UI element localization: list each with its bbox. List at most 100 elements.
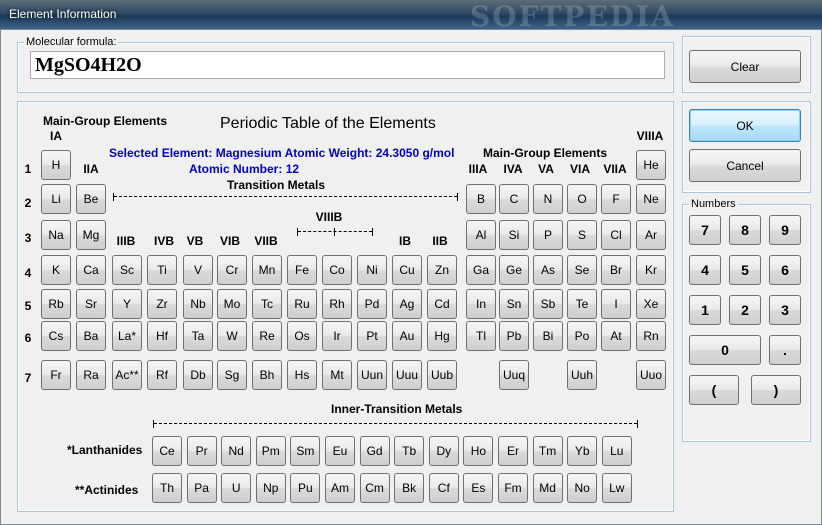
element-bi[interactable]: Bi xyxy=(533,321,563,351)
element-lu[interactable]: Lu xyxy=(601,436,632,466)
cancel-button[interactable]: Cancel xyxy=(689,149,801,182)
clear-button[interactable]: Clear xyxy=(689,50,801,83)
element-co[interactable]: Co xyxy=(322,255,352,285)
element-ir[interactable]: Ir xyxy=(322,321,352,351)
element-tm[interactable]: Tm xyxy=(532,436,563,466)
element-np[interactable]: Np xyxy=(255,473,286,503)
element-la[interactable]: La* xyxy=(112,321,142,351)
element-pr[interactable]: Pr xyxy=(186,436,217,466)
element-po[interactable]: Po xyxy=(567,321,597,351)
element-eu[interactable]: Eu xyxy=(325,436,355,466)
element-tb[interactable]: Tb xyxy=(394,436,425,466)
element-ti[interactable]: Ti xyxy=(147,255,177,285)
element-pa[interactable]: Pa xyxy=(186,473,217,503)
element-sg[interactable]: Sg xyxy=(217,360,247,390)
element-xe[interactable]: Xe xyxy=(636,289,666,319)
element-te[interactable]: Te xyxy=(567,289,597,319)
element-ca[interactable]: Ca xyxy=(76,255,106,285)
element-u[interactable]: U xyxy=(221,473,252,503)
element-br[interactable]: Br xyxy=(601,255,631,285)
element-uub[interactable]: Uub xyxy=(427,360,457,390)
element-he[interactable]: He xyxy=(636,150,666,180)
element-fe[interactable]: Fe xyxy=(287,255,317,285)
element-n[interactable]: N xyxy=(533,184,563,214)
element-p[interactable]: P xyxy=(533,220,563,250)
element-c[interactable]: C xyxy=(499,184,529,214)
element-ge[interactable]: Ge xyxy=(499,255,529,285)
element-yb[interactable]: Yb xyxy=(567,436,598,466)
element-pt[interactable]: Pt xyxy=(357,321,387,351)
element-tl[interactable]: Tl xyxy=(466,321,496,351)
element-cu[interactable]: Cu xyxy=(392,255,422,285)
numpad-three-button[interactable]: 3 xyxy=(769,295,801,325)
element-b[interactable]: B xyxy=(466,184,496,214)
element-uun[interactable]: Uun xyxy=(357,360,387,390)
element-fr[interactable]: Fr xyxy=(41,360,71,390)
element-ac[interactable]: Ac** xyxy=(112,360,142,390)
numpad-two-button[interactable]: 2 xyxy=(729,295,761,325)
element-mo[interactable]: Mo xyxy=(217,289,247,319)
element-uuo[interactable]: Uuo xyxy=(636,360,666,390)
element-s[interactable]: S xyxy=(567,220,597,250)
element-ce[interactable]: Ce xyxy=(152,436,182,466)
element-cd[interactable]: Cd xyxy=(427,289,457,319)
element-cr[interactable]: Cr xyxy=(217,255,247,285)
element-sn[interactable]: Sn xyxy=(499,289,529,319)
element-th[interactable]: Th xyxy=(152,473,182,503)
element-rh[interactable]: Rh xyxy=(322,289,352,319)
element-f[interactable]: F xyxy=(601,184,631,214)
element-ba[interactable]: Ba xyxy=(76,321,106,351)
element-uuh[interactable]: Uuh xyxy=(567,360,597,390)
numpad-five-button[interactable]: 5 xyxy=(729,255,761,285)
ok-button[interactable]: OK xyxy=(689,109,801,142)
element-er[interactable]: Er xyxy=(498,436,528,466)
element-ni[interactable]: Ni xyxy=(357,255,387,285)
element-db[interactable]: Db xyxy=(183,360,213,390)
element-sb[interactable]: Sb xyxy=(533,289,563,319)
element-au[interactable]: Au xyxy=(392,321,422,351)
element-ra[interactable]: Ra xyxy=(76,360,106,390)
title-bar[interactable]: Element Information SOFTPEDIA xyxy=(0,0,822,33)
element-ag[interactable]: Ag xyxy=(392,289,422,319)
element-md[interactable]: Md xyxy=(532,473,563,503)
element-v[interactable]: V xyxy=(183,255,213,285)
element-in[interactable]: In xyxy=(466,289,496,319)
element-at[interactable]: At xyxy=(601,321,631,351)
numpad-six-button[interactable]: 6 xyxy=(769,255,801,285)
element-se[interactable]: Se xyxy=(567,255,597,285)
element-ho[interactable]: Ho xyxy=(463,436,494,466)
element-rf[interactable]: Rf xyxy=(147,360,177,390)
element-al[interactable]: Al xyxy=(466,220,496,250)
element-w[interactable]: W xyxy=(217,321,247,351)
numpad-dot-button[interactable]: . xyxy=(769,335,801,365)
element-uuq[interactable]: Uuq xyxy=(499,360,529,390)
numpad-one-button[interactable]: 1 xyxy=(689,295,721,325)
element-nb[interactable]: Nb xyxy=(183,289,213,319)
element-bk[interactable]: Bk xyxy=(394,473,425,503)
element-li[interactable]: Li xyxy=(41,184,71,214)
element-re[interactable]: Re xyxy=(252,321,282,351)
element-pu[interactable]: Pu xyxy=(290,473,321,503)
element-mn[interactable]: Mn xyxy=(252,255,282,285)
numpad-seven-button[interactable]: 7 xyxy=(689,215,721,245)
numpad-eight-button[interactable]: 8 xyxy=(729,215,761,245)
element-zr[interactable]: Zr xyxy=(147,289,177,319)
element-hs[interactable]: Hs xyxy=(287,360,317,390)
element-gd[interactable]: Gd xyxy=(359,436,390,466)
numpad-open-paren-button[interactable]: ( xyxy=(689,375,739,405)
numpad-nine-button[interactable]: 9 xyxy=(769,215,801,245)
element-rn[interactable]: Rn xyxy=(636,321,666,351)
element-ne[interactable]: Ne xyxy=(636,184,666,214)
element-cs[interactable]: Cs xyxy=(41,321,71,351)
element-mg[interactable]: Mg xyxy=(76,220,106,250)
numpad-four-button[interactable]: 4 xyxy=(689,255,721,285)
numpad-zero-button[interactable]: 0 xyxy=(689,335,761,365)
element-am[interactable]: Am xyxy=(325,473,355,503)
element-sr[interactable]: Sr xyxy=(76,289,106,319)
element-k[interactable]: K xyxy=(41,255,71,285)
element-o[interactable]: O xyxy=(567,184,597,214)
element-hg[interactable]: Hg xyxy=(427,321,457,351)
element-dy[interactable]: Dy xyxy=(428,436,459,466)
element-os[interactable]: Os xyxy=(287,321,317,351)
element-uuu[interactable]: Uuu xyxy=(392,360,422,390)
